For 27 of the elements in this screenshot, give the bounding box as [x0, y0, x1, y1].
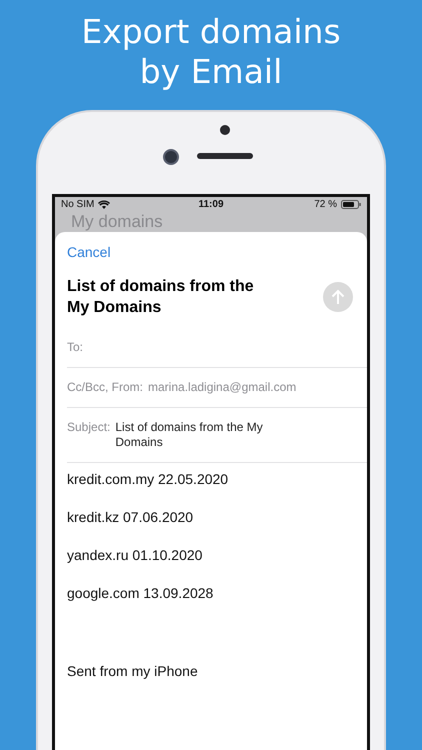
arrow-up-icon	[331, 289, 345, 305]
field-value: marina.ladigina@gmail.com	[148, 380, 296, 395]
body-line: yandex.ru 01.10.2020	[67, 547, 204, 563]
sensor-icon	[220, 125, 230, 135]
speaker-icon	[197, 153, 253, 159]
field-label: To:	[67, 340, 84, 355]
field-value: List of domains from the My Domains	[115, 420, 264, 450]
camera-icon	[163, 149, 179, 165]
battery-icon	[341, 200, 361, 209]
battery-label: 72 %	[314, 199, 337, 210]
signature: Sent from my iPhone	[67, 663, 199, 679]
field-label: Subject:	[67, 420, 110, 436]
body-line: kredit.com.my 22.05.2020	[67, 471, 230, 487]
field-label: Cc/Bcc, From:	[67, 380, 144, 395]
background-title: My domains	[70, 212, 164, 232]
email-field[interactable]: Cc/Bcc, From: marina.ladigina@gmail.com	[67, 368, 367, 408]
email-title: List of domains from the My Domains	[67, 277, 255, 318]
clock: 11:09	[198, 199, 224, 210]
headline: by Email	[140, 52, 282, 92]
cancel-button[interactable]: Cancel	[67, 244, 111, 260]
body-line: google.com 13.09.2028	[67, 585, 214, 601]
headline: Export domains	[81, 12, 341, 52]
carrier-label: No SIM	[61, 199, 94, 210]
body-line: kredit.kz 07.06.2020	[67, 509, 194, 525]
email-field[interactable]: Subject: List of domains from the My Domains	[67, 408, 367, 463]
email-field[interactable]: To:	[67, 328, 367, 368]
wifi-icon	[98, 200, 110, 209]
